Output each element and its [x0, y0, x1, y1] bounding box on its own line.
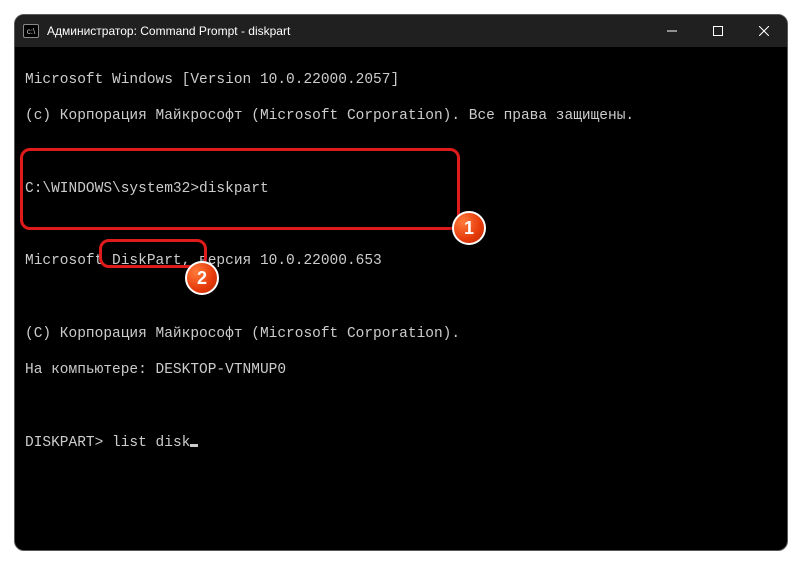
- cmd-icon: c:\: [23, 24, 39, 38]
- prompt-line: C:\WINDOWS\system32>diskpart: [25, 180, 777, 198]
- badge-number: 1: [464, 218, 474, 239]
- output-line: Microsoft DiskPart, версия 10.0.22000.65…: [25, 252, 777, 270]
- prompt-path: C:\WINDOWS\system32>: [25, 181, 199, 197]
- output-line: (c) Корпорация Майкрософт (Microsoft Cor…: [25, 107, 777, 125]
- prompt-command: list disk: [103, 435, 190, 451]
- output-blank: [25, 144, 777, 162]
- terminal-output[interactable]: Microsoft Windows [Version 10.0.22000.20…: [15, 47, 787, 498]
- diskpart-prompt: DISKPART>: [25, 435, 103, 451]
- output-blank: [25, 216, 777, 234]
- output-blank: [25, 397, 777, 415]
- command-prompt-window: c:\ Администратор: Command Prompt - disk…: [14, 14, 788, 551]
- maximize-button[interactable]: [695, 15, 741, 47]
- prompt-line: DISKPART> list disk: [25, 434, 777, 452]
- titlebar-controls: [649, 15, 787, 47]
- titlebar[interactable]: c:\ Администратор: Command Prompt - disk…: [15, 15, 787, 47]
- output-line: На компьютере: DESKTOP-VTNMUP0: [25, 361, 777, 379]
- titlebar-left: c:\ Администратор: Command Prompt - disk…: [23, 24, 290, 38]
- annotation-badge-2: 2: [185, 261, 219, 295]
- text-cursor: [190, 444, 198, 447]
- output-blank: [25, 289, 777, 307]
- window-title: Администратор: Command Prompt - diskpart: [47, 24, 290, 38]
- output-line: (C) Корпорация Майкрософт (Microsoft Cor…: [25, 325, 777, 343]
- badge-number: 2: [197, 268, 207, 289]
- prompt-command: diskpart: [199, 181, 269, 197]
- minimize-button[interactable]: [649, 15, 695, 47]
- close-button[interactable]: [741, 15, 787, 47]
- annotation-badge-1: 1: [452, 211, 486, 245]
- output-line: Microsoft Windows [Version 10.0.22000.20…: [25, 71, 777, 89]
